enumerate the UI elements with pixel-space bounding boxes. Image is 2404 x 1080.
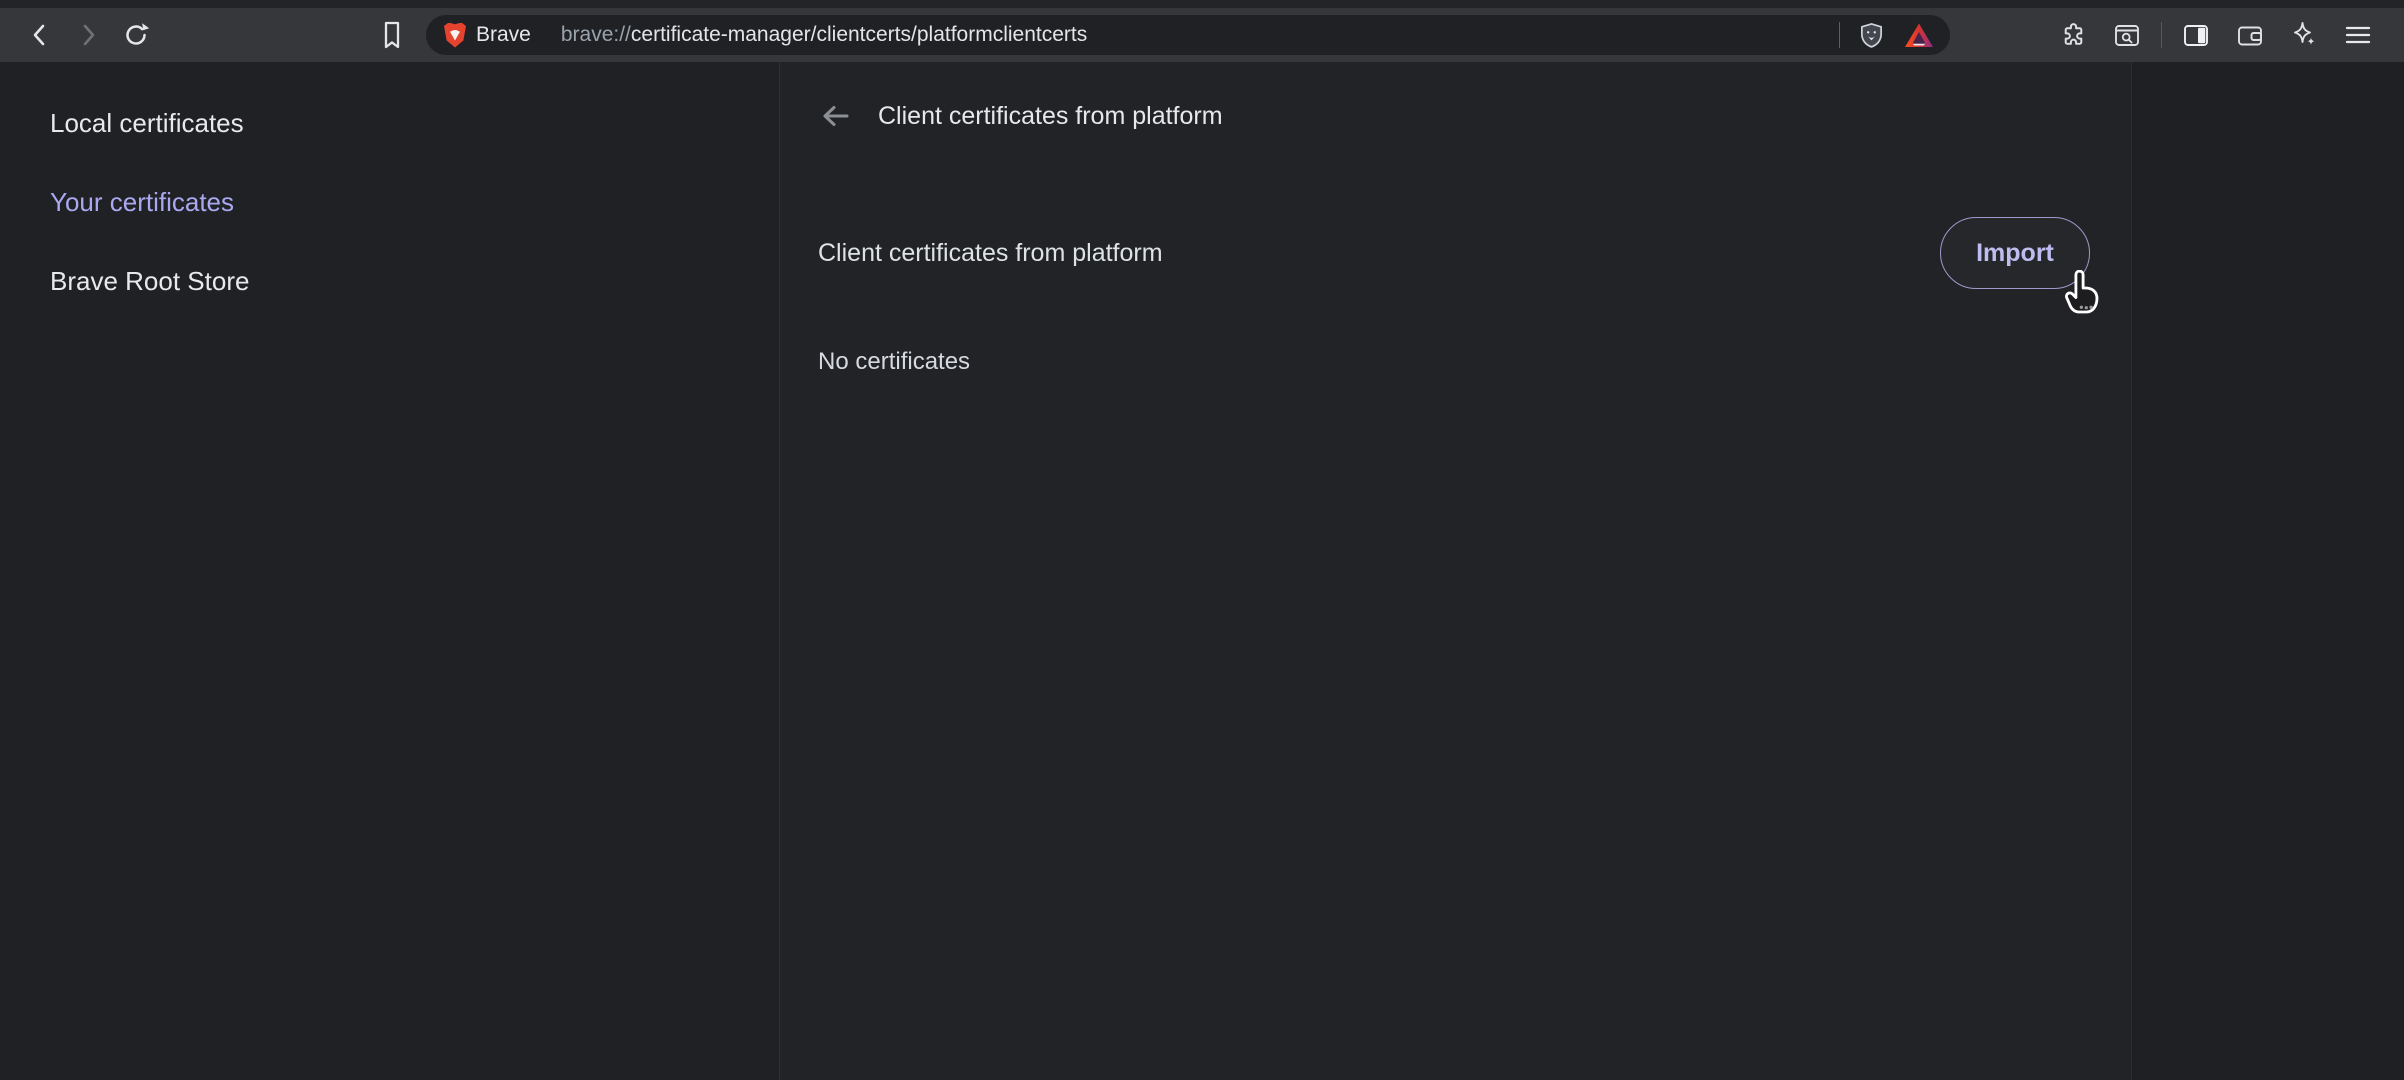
sidebar-item-label: Brave Root Store — [50, 266, 249, 297]
search-in-page-button[interactable] — [2107, 15, 2147, 55]
hamburger-menu-icon — [2344, 23, 2372, 47]
page-back-button[interactable] — [818, 99, 852, 133]
urlbar-divider — [1839, 22, 1840, 48]
leo-ai-button[interactable] — [2284, 15, 2324, 55]
url-bar[interactable]: Brave brave://certificate-manager/client… — [426, 15, 1950, 55]
menu-button[interactable] — [2338, 15, 2378, 55]
certificate-manager-page: Local certificates Your certificates Bra… — [0, 62, 2404, 1080]
nav-button-group — [20, 15, 156, 55]
empty-state-text: No certificates — [818, 348, 970, 375]
wallet-button[interactable] — [2230, 15, 2270, 55]
certificate-sidebar: Local certificates Your certificates Bra… — [0, 62, 780, 1080]
empty-state-row: No certificates — [818, 348, 2090, 376]
extensions-button[interactable] — [2053, 15, 2093, 55]
back-button[interactable] — [20, 15, 60, 55]
sidebar-item-label: Your certificates — [50, 187, 234, 218]
site-label: Brave — [476, 23, 531, 47]
page-header: Client certificates from platform — [818, 90, 2090, 142]
sidebar-item-your-certificates[interactable]: Your certificates — [50, 163, 779, 242]
site-chip: Brave — [444, 23, 531, 48]
sidebar-item-local-certificates[interactable]: Local certificates — [50, 84, 779, 163]
extensions-puzzle-icon — [2060, 22, 2087, 49]
main-content: Client certificates from platform Client… — [780, 62, 2132, 1080]
url-text: brave://certificate-manager/clientcerts/… — [561, 23, 1087, 47]
sparkle-ai-icon — [2290, 21, 2318, 49]
section-title: Client certificates from platform — [818, 239, 1163, 268]
side-panel-icon — [2182, 22, 2210, 49]
sidebar-item-brave-root-store[interactable]: Brave Root Store — [50, 242, 779, 321]
forward-button[interactable] — [68, 15, 108, 55]
forward-icon — [74, 21, 102, 49]
url-path: certificate-manager/clientcerts/platform… — [631, 23, 1087, 46]
wallet-icon — [2236, 22, 2264, 49]
sidebar-item-label: Local certificates — [50, 108, 244, 139]
import-button[interactable]: Import — [1940, 217, 2090, 289]
bat-triangle-icon — [1904, 22, 1934, 49]
back-icon — [26, 21, 54, 49]
bookmark-button[interactable] — [372, 15, 412, 55]
right-gutter — [2132, 62, 2404, 1080]
bookmark-icon — [378, 20, 406, 50]
brave-rewards-button[interactable] — [1902, 15, 1936, 55]
window-frame-strip — [0, 0, 2404, 8]
toolbar-right-icons — [2053, 15, 2378, 55]
browser-toolbar: Brave brave://certificate-manager/client… — [0, 8, 2404, 62]
urlbar-right-icons — [1839, 15, 1936, 55]
reload-button[interactable] — [116, 15, 156, 55]
toolbar-divider — [2161, 22, 2162, 48]
side-panel-button[interactable] — [2176, 15, 2216, 55]
url-scheme: brave:// — [561, 23, 631, 46]
page-title: Client certificates from platform — [878, 102, 1223, 131]
reload-icon — [122, 21, 150, 49]
browser-window: Brave brave://certificate-manager/client… — [0, 0, 2404, 1080]
platform-certs-section-header: Client certificates from platform Import — [818, 217, 2090, 289]
search-window-icon — [2113, 22, 2141, 49]
arrow-back-icon — [819, 101, 851, 131]
brave-shields-button[interactable] — [1854, 15, 1888, 55]
brave-shields-icon — [1858, 21, 1885, 50]
brave-logo-icon — [444, 23, 466, 48]
